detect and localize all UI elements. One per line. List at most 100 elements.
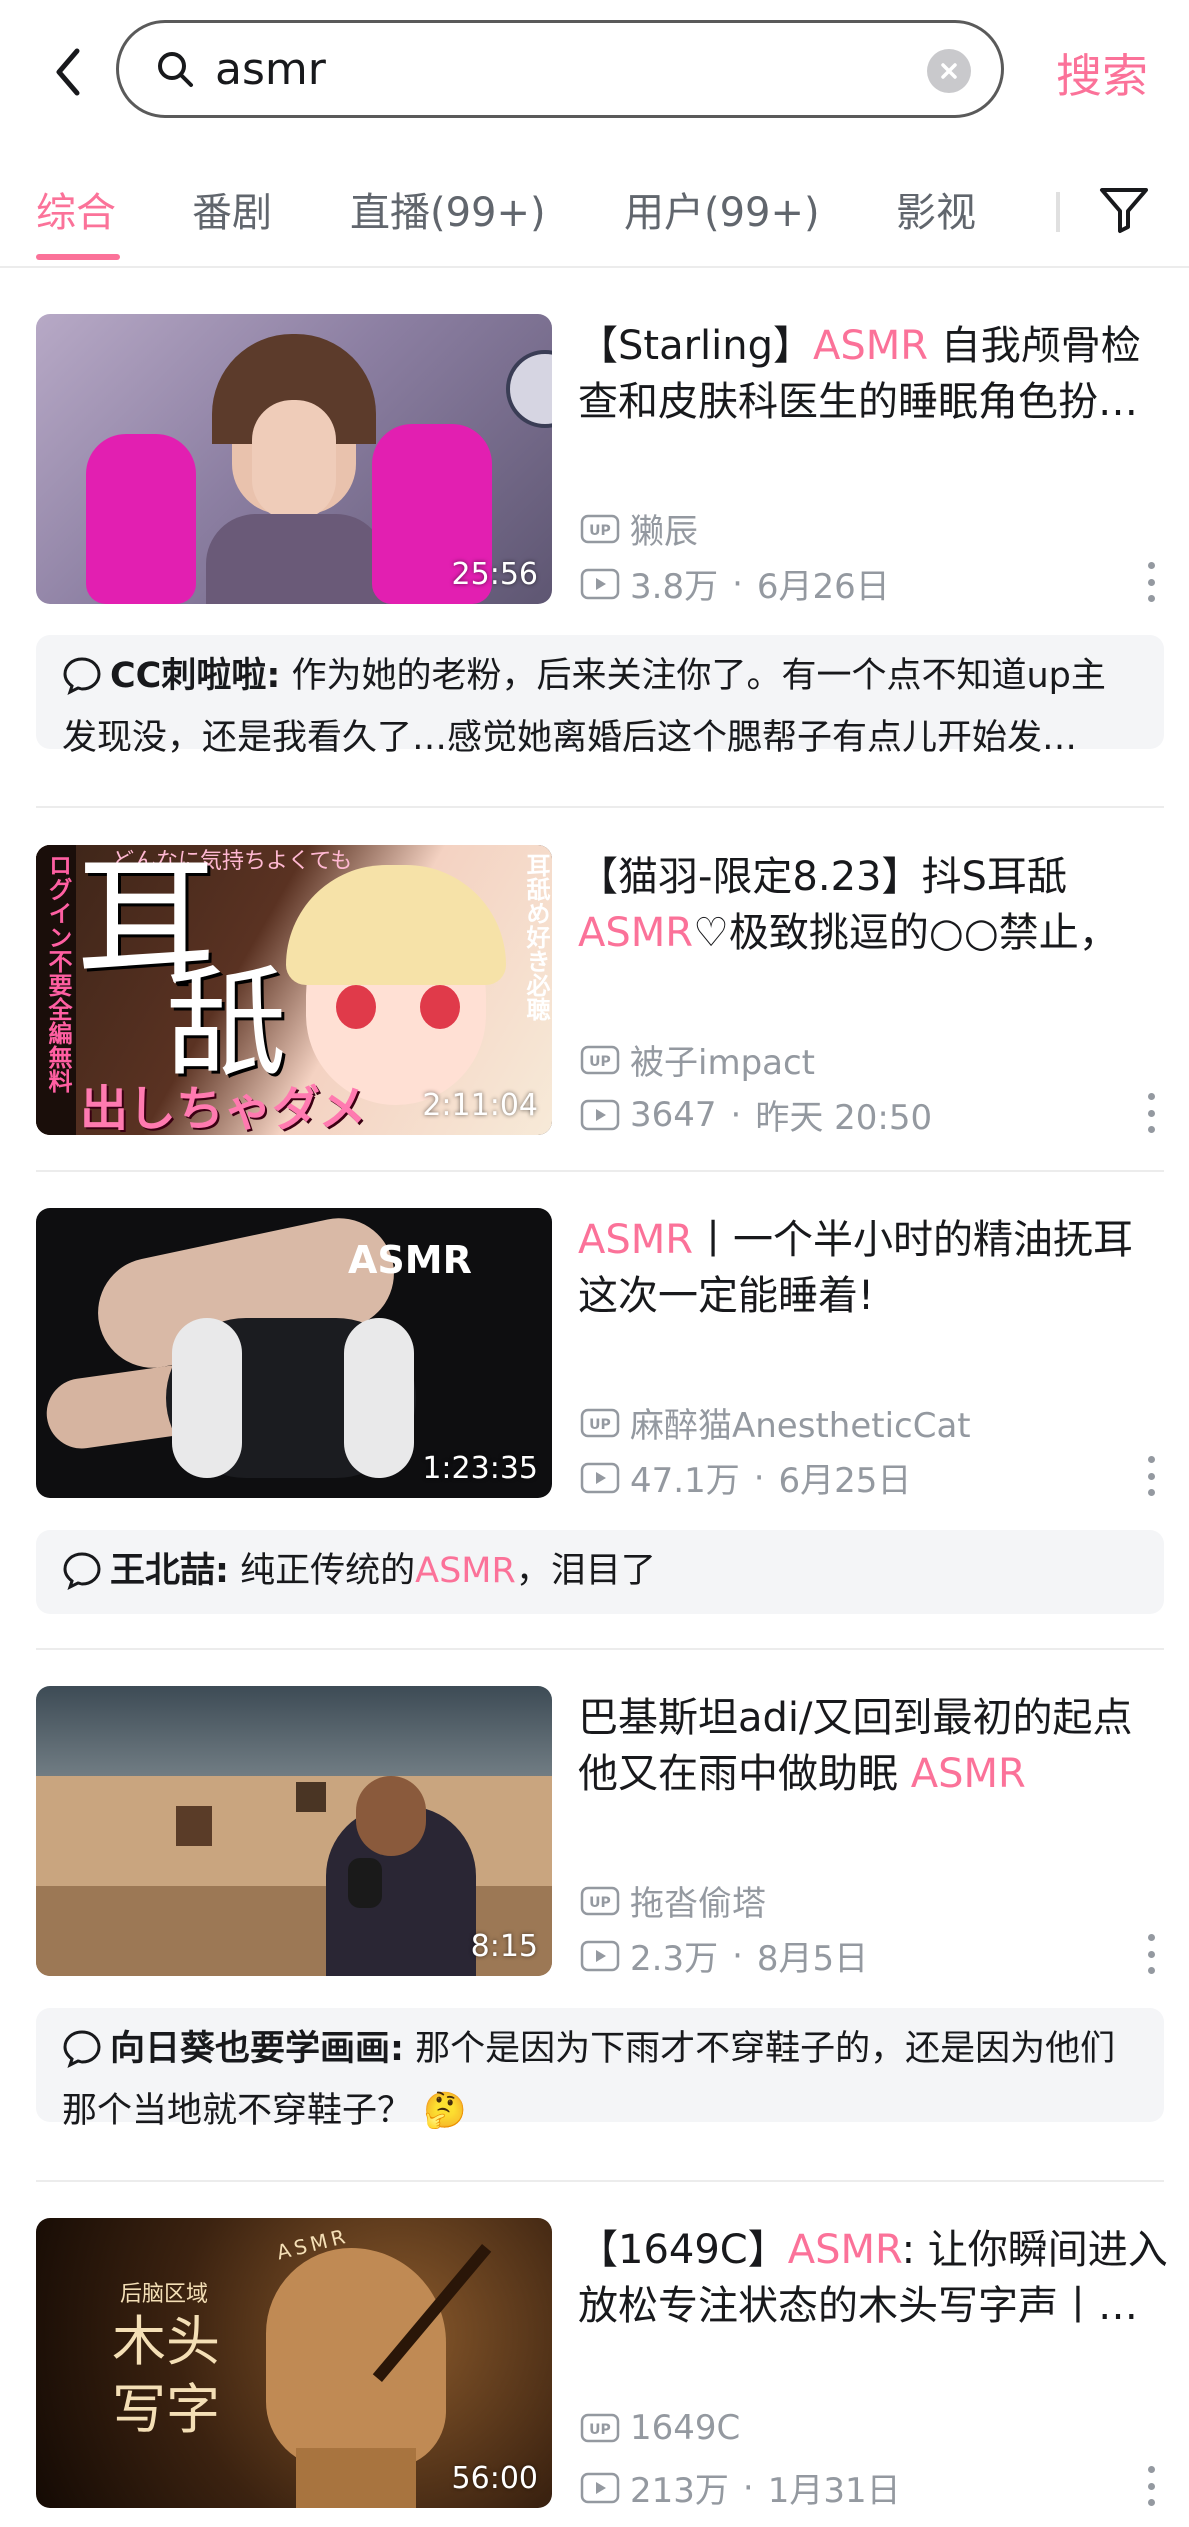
uploader-name: 獭辰: [630, 512, 698, 552]
stats-row: 3647 · 昨天 20:50: [580, 1090, 932, 1139]
view-count: 3.8万: [630, 567, 719, 607]
up-icon: UP: [580, 1045, 620, 1075]
upload-date: 8月5日: [756, 1939, 869, 1979]
tab-all[interactable]: 综合: [36, 180, 116, 238]
play-count-icon: [580, 1099, 620, 1131]
video-thumbnail[interactable]: 25:56: [36, 314, 552, 604]
tab-bar: 综合 番剧 直播(99+) 用户(99+) 影视: [0, 158, 1189, 268]
more-options-icon[interactable]: [1144, 1093, 1158, 1133]
top-comment[interactable]: 王北喆: 纯正传统的ASMR，泪目了: [36, 1530, 1164, 1614]
svg-text:UP: UP: [589, 1054, 611, 1070]
thinking-emoji: 🤔: [423, 2091, 467, 2131]
uploader-name: 麻醉猫AnestheticCat: [630, 1406, 971, 1446]
more-options-icon[interactable]: [1144, 2466, 1158, 2506]
video-title[interactable]: 巴基斯坦adi/又回到最初的起点他又在雨中做助眠 ASMR: [578, 1690, 1170, 1802]
tab-active-indicator: [36, 254, 120, 260]
svg-text:UP: UP: [589, 2422, 611, 2438]
thumbnail-bottom-text: 出しちゃダメ: [80, 1081, 367, 1135]
svg-text:UP: UP: [589, 1417, 611, 1433]
thumbnail-side-text: ログイン不要全編無料: [44, 853, 72, 1093]
thumbnail-big-text: 木头: [112, 2310, 220, 2373]
video-title[interactable]: 【1649C】ASMR: 让你瞬间进入放松专注状态的木头写字声丨…: [578, 2222, 1170, 2334]
meta-separator: ·: [753, 1457, 765, 1498]
video-duration: 56:00: [451, 2461, 538, 2496]
view-count: 213万: [630, 2471, 729, 2511]
divider: [36, 806, 1164, 808]
video-thumbnail[interactable]: 8:15: [36, 1686, 552, 1976]
video-duration: 8:15: [470, 1929, 538, 1964]
comment-text: ，泪目了: [515, 1551, 656, 1591]
uploader-row[interactable]: UP 獭辰: [580, 504, 698, 553]
clear-icon[interactable]: [927, 49, 971, 93]
top-comment[interactable]: 向日葵也要学画画: 那个是因为下雨才不穿鞋子的，还是因为他们那个当地就不穿鞋子？…: [36, 2008, 1164, 2131]
search-button[interactable]: 搜索: [1056, 40, 1148, 106]
play-count-icon: [580, 2472, 620, 2504]
play-count-icon: [580, 568, 620, 600]
video-title[interactable]: 【猫羽-限定8.23】抖S耳舐ASMR♡极致挑逗的○○禁止，: [578, 849, 1170, 961]
top-comment[interactable]: CC刺啦啦: 作为她的老粉，后来关注你了。有一个点不知道up主发现没，还是我看久…: [36, 635, 1164, 758]
comment-user[interactable]: CC刺啦啦:: [110, 656, 280, 696]
view-count: 3647: [630, 1094, 717, 1135]
comment-highlight: ASMR: [415, 1551, 516, 1591]
uploader-name: 拖沓偷塔: [630, 1884, 766, 1924]
thumbnail-big-text: 舐: [166, 955, 286, 1094]
comment-user[interactable]: 向日葵也要学画画:: [110, 2029, 404, 2069]
play-count-icon: [580, 1940, 620, 1972]
tab-live[interactable]: 直播(99+): [350, 180, 546, 238]
more-options-icon[interactable]: [1144, 1934, 1158, 1974]
uploader-row[interactable]: UP 1649C: [580, 2408, 740, 2448]
up-icon: UP: [580, 514, 620, 544]
uploader-row[interactable]: UP 被子impact: [580, 1035, 815, 1084]
stats-row: 213万 · 1月31日: [580, 2463, 901, 2512]
tab-divider: [1056, 192, 1060, 232]
thumbnail-asmr-text: ASMR: [348, 1238, 472, 1282]
comment-user[interactable]: 王北喆:: [110, 1551, 229, 1591]
more-options-icon[interactable]: [1144, 1456, 1158, 1496]
back-button[interactable]: [40, 40, 96, 104]
video-duration: 25:56: [451, 557, 538, 592]
comment-icon: [62, 1550, 102, 1606]
up-icon: UP: [580, 1886, 620, 1916]
uploader-row[interactable]: UP 麻醉猫AnestheticCat: [580, 1398, 971, 1447]
meta-separator: ·: [730, 1094, 742, 1135]
video-thumbnail[interactable]: ログイン不要全編無料 どんなに気持ちよくても 耳舐め好き必聴 耳 舐 出しちゃダ…: [36, 845, 552, 1135]
view-count: 2.3万: [630, 1939, 719, 1979]
video-title[interactable]: ASMR丨一个半小时的精油抚耳这次一定能睡着!: [578, 1212, 1170, 1324]
stats-row: 2.3万 · 8月5日: [580, 1931, 868, 1980]
meta-separator: ·: [732, 563, 743, 604]
filter-button[interactable]: [1092, 178, 1156, 242]
uploader-row[interactable]: UP 拖沓偷塔: [580, 1876, 766, 1925]
tab-film[interactable]: 影视: [896, 180, 976, 238]
view-count: 47.1万: [630, 1461, 740, 1501]
uploader-name: 被子impact: [630, 1043, 816, 1083]
more-options-icon[interactable]: [1144, 562, 1158, 602]
play-count-icon: [580, 1462, 620, 1494]
upload-date: 1月31日: [767, 2471, 901, 2511]
tab-bangumi[interactable]: 番剧: [192, 180, 272, 238]
stats-row: 47.1万 · 6月25日: [580, 1453, 911, 1502]
video-title[interactable]: 【Starling】ASMR 自我颅骨检查和皮肤科医生的睡眠角色扮…: [578, 318, 1170, 430]
search-icon: [153, 47, 197, 91]
video-thumbnail[interactable]: ASMR 1:23:35: [36, 1208, 552, 1498]
back-arrow-icon: [56, 48, 80, 96]
up-icon: UP: [580, 2413, 620, 2443]
upload-date: 6月26日: [756, 567, 890, 607]
uploader-name: 1649C: [630, 2408, 741, 2448]
search-input[interactable]: [213, 42, 897, 96]
comment-icon: [62, 2028, 102, 2084]
search-box[interactable]: [116, 20, 1004, 118]
svg-text:UP: UP: [589, 523, 611, 539]
comment-text: 纯正传统的: [229, 1551, 416, 1591]
thumbnail-big-text: 写字: [112, 2378, 220, 2441]
upload-date: 昨天 20:50: [755, 1098, 933, 1138]
video-duration: 1:23:35: [422, 1451, 538, 1486]
divider: [36, 2180, 1164, 2182]
search-bar: 搜索: [0, 0, 1189, 140]
video-thumbnail[interactable]: 后脑区域 木头 写字 ASMR 56:00: [36, 2218, 552, 2508]
upload-date: 6月25日: [778, 1461, 912, 1501]
divider: [36, 1648, 1164, 1650]
filter-icon: [1100, 188, 1148, 233]
tab-users[interactable]: 用户(99+): [624, 180, 820, 238]
svg-text:UP: UP: [589, 1895, 611, 1911]
meta-separator: ·: [732, 1935, 743, 1976]
